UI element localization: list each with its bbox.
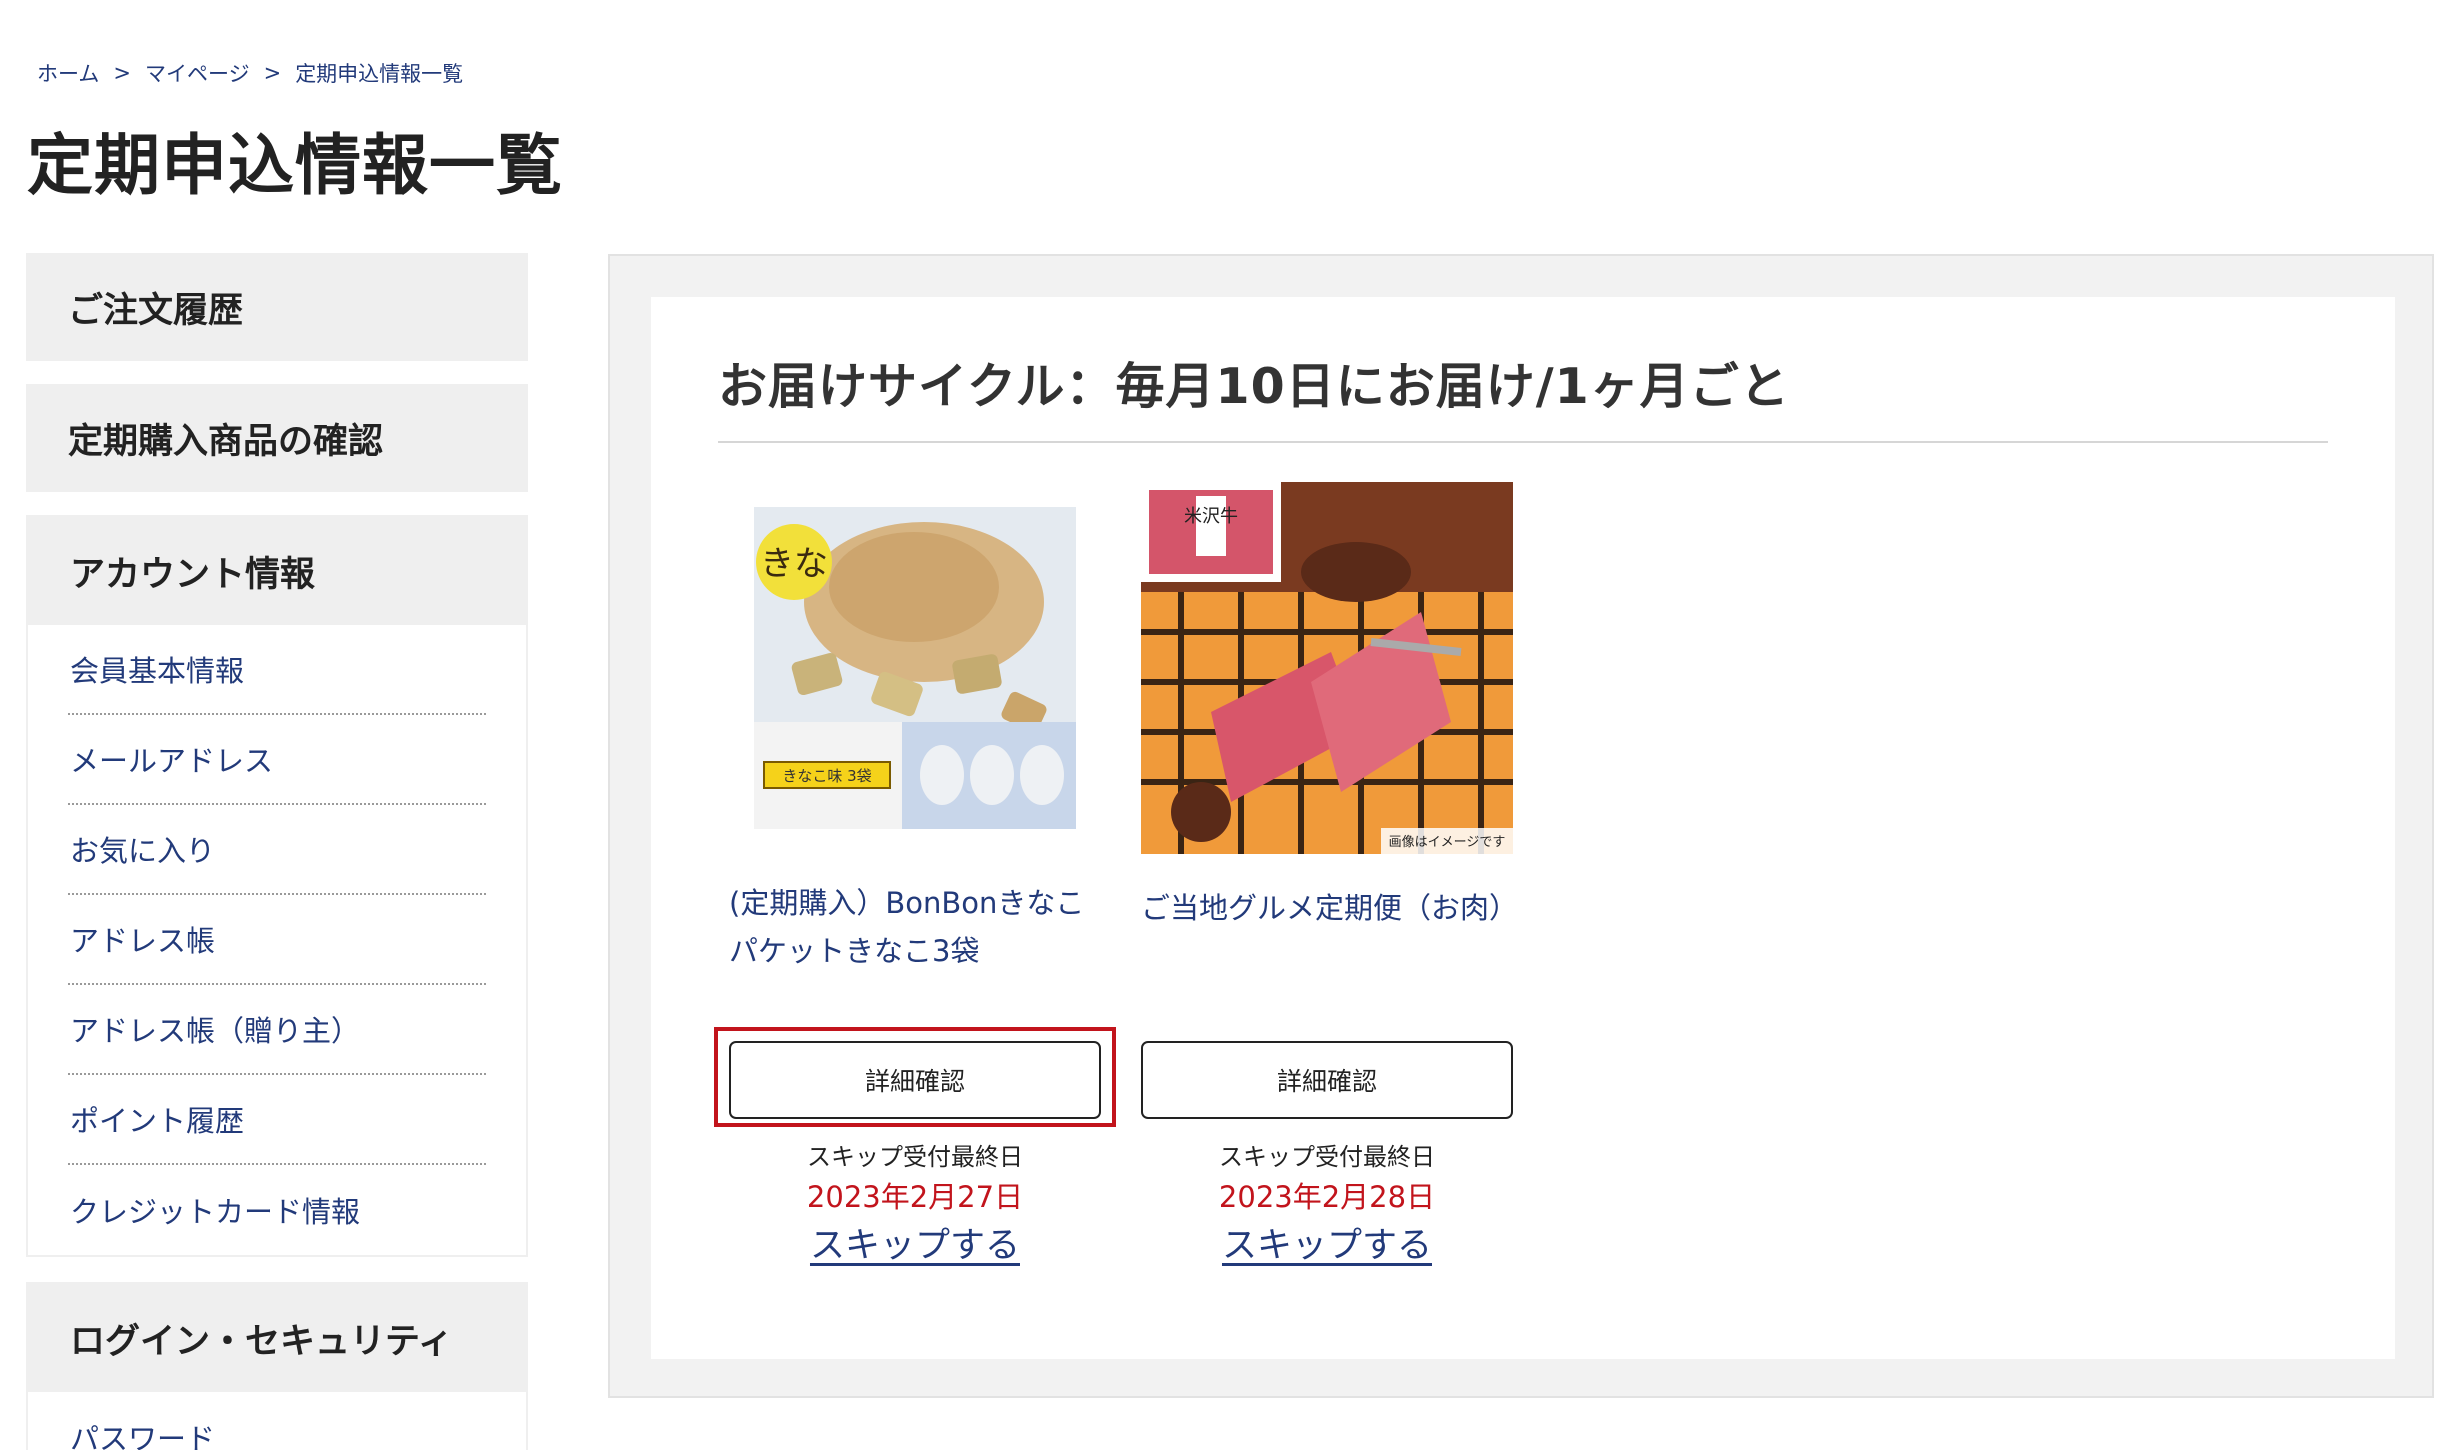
svg-text:画像はイメージです: 画像はイメージです [1389, 835, 1506, 850]
product-card: 米沢牛 画像はイメージです ご当地グルメ定期便（お肉） [1141, 482, 1518, 932]
sidebar-security-heading: ログイン・セキュリティ [28, 1284, 526, 1392]
sidebar: ご注文履歴 定期購入商品の確認 アカウント情報 会員基本情報 メールアドレス お… [26, 253, 528, 1450]
skip-deadline-label: スキップ受付最終日 [1219, 1143, 1435, 1171]
sidebar-link-favorites[interactable]: お気に入り [68, 828, 215, 870]
sidebar-link-credit-card[interactable]: クレジットカード情報 [68, 1189, 360, 1231]
sidebar-item-member-info: 会員基本情報 [68, 625, 486, 715]
sidebar-item-address-book-sender: アドレス帳（贈り主） [68, 985, 486, 1075]
meat-image: 米沢牛 画像はイメージです [1141, 482, 1513, 854]
sidebar-link-member-info[interactable]: 会員基本情報 [68, 648, 244, 690]
product-image-kinako[interactable]: きな きなこ味 3袋 [754, 507, 1076, 829]
sidebar-link-point-history[interactable]: ポイント履歴 [68, 1098, 244, 1140]
skip-deadline-date: 2023年2月27日 [806, 1180, 1024, 1214]
sidebar-item-credit-card: クレジットカード情報 [68, 1165, 486, 1255]
skip-link[interactable]: スキップする [1141, 1217, 1513, 1268]
product-name-link[interactable]: ご当地グルメ定期便（お肉） [1141, 884, 1518, 932]
sidebar-item-address-book: アドレス帳 [68, 895, 486, 985]
svg-text:きなこ味 3袋: きなこ味 3袋 [782, 767, 871, 785]
delivery-cycle-title: お届けサイクル：毎月10日にお届け/1ヶ月ごと [718, 358, 1790, 415]
breadcrumb-separator: > [113, 61, 131, 85]
skip-link[interactable]: スキップする [729, 1217, 1101, 1268]
skip-deadline-label: スキップ受付最終日 [807, 1143, 1023, 1171]
divider [718, 441, 2328, 443]
product-image-meat[interactable]: 米沢牛 画像はイメージです [1141, 482, 1513, 854]
sidebar-link-address-book-sender[interactable]: アドレス帳（贈り主） [68, 1008, 360, 1050]
detail-confirm-button[interactable]: 詳細確認 [1141, 1041, 1513, 1119]
sidebar-item-point-history: ポイント履歴 [68, 1075, 486, 1165]
detail-confirm-button[interactable]: 詳細確認 [729, 1041, 1101, 1119]
sidebar-item-subscription-check[interactable]: 定期購入商品の確認 [26, 384, 528, 492]
product-card: きな きなこ味 3袋 (定期購入）BonBonきなこパケットきなこ3袋 [729, 482, 1101, 975]
sidebar-link-email[interactable]: メールアドレス [68, 738, 273, 780]
sidebar-account-section: アカウント情報 会員基本情報 メールアドレス お気に入り アドレス帳 アドレス帳… [26, 515, 528, 1257]
breadcrumb-separator: > [263, 61, 282, 85]
kinako-image: きな きなこ味 3袋 [754, 507, 1076, 829]
breadcrumb-current[interactable]: 定期申込情報一覧 [295, 58, 463, 88]
svg-text:きな: きな [760, 544, 828, 584]
subscription-card: お届けサイクル：毎月10日にお届け/1ヶ月ごと きな きなこ味 3袋 (定期購入… [651, 297, 2395, 1359]
sidebar-item-email: メールアドレス [68, 715, 486, 805]
sidebar-item-favorites: お気に入り [68, 805, 486, 895]
sidebar-account-heading: アカウント情報 [28, 517, 526, 625]
product-name-link[interactable]: (定期購入）BonBonきなこパケットきなこ3袋 [729, 879, 1101, 975]
sidebar-link-address-book[interactable]: アドレス帳 [68, 918, 215, 960]
sidebar-account-list: 会員基本情報 メールアドレス お気に入り アドレス帳 アドレス帳（贈り主） ポイ… [28, 625, 526, 1255]
sidebar-security-list: パスワード [28, 1392, 526, 1450]
sidebar-item-order-history[interactable]: ご注文履歴 [26, 253, 528, 361]
sidebar-link-password[interactable]: パスワード [68, 1416, 215, 1450]
breadcrumb: ホーム > マイページ > 定期申込情報一覧 [37, 58, 463, 88]
breadcrumb-mypage[interactable]: マイページ [145, 58, 250, 88]
sidebar-security-section: ログイン・セキュリティ パスワード [26, 1282, 528, 1450]
sidebar-item-password: パスワード [68, 1392, 486, 1450]
skip-deadline-date: 2023年2月28日 [1218, 1180, 1436, 1214]
page-title: 定期申込情報一覧 [27, 127, 563, 204]
svg-text:米沢牛: 米沢牛 [1184, 506, 1238, 527]
breadcrumb-home[interactable]: ホーム [37, 58, 99, 88]
subscription-panel: お届けサイクル：毎月10日にお届け/1ヶ月ごと きな きなこ味 3袋 (定期購入… [608, 254, 2434, 1398]
